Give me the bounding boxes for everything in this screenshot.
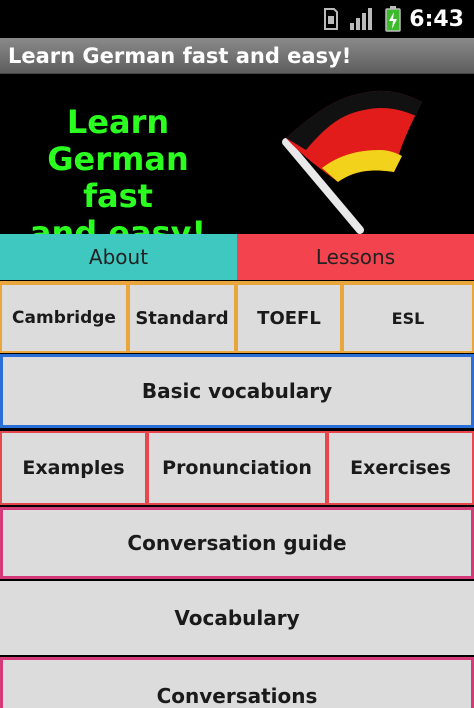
basic-vocabulary-button[interactable]: Basic vocabulary [0,354,474,428]
clock: 6:43 [409,6,464,32]
tab-about[interactable]: About [0,234,237,280]
vocabulary-button[interactable]: Vocabulary [0,581,474,655]
banner-line-1: Learn [66,103,170,141]
practice-row: Examples Pronunciation Exercises [0,431,474,505]
app-title-bar: Learn German fast and easy! [0,38,474,74]
banner-text: Learn German fast and easy! [8,104,228,252]
tab-bar: About Lessons [0,234,474,280]
banner: Learn German fast and easy! [0,74,474,252]
signal-icon [350,8,373,30]
cambridge-button[interactable]: Cambridge [0,283,128,353]
standard-button[interactable]: Standard [128,283,236,353]
examples-button[interactable]: Examples [0,431,147,505]
toefl-button[interactable]: TOEFL [236,283,342,353]
status-bar: 6:43 [0,0,474,38]
esl-button[interactable]: ESL [342,283,474,353]
german-flag-icon [282,90,422,234]
sim-icon [324,8,339,30]
conversation-guide-button[interactable]: Conversation guide [0,507,474,579]
tab-lessons[interactable]: Lessons [237,234,474,280]
pronunciation-button[interactable]: Pronunciation [147,431,327,505]
exercises-button[interactable]: Exercises [327,431,474,505]
conversations-button[interactable]: Conversations [0,657,474,708]
exam-row: Cambridge Standard TOEFL ESL [0,281,474,353]
battery-icon [385,6,402,32]
app-title: Learn German fast and easy! [8,43,352,68]
banner-line-2: German fast [47,140,189,215]
